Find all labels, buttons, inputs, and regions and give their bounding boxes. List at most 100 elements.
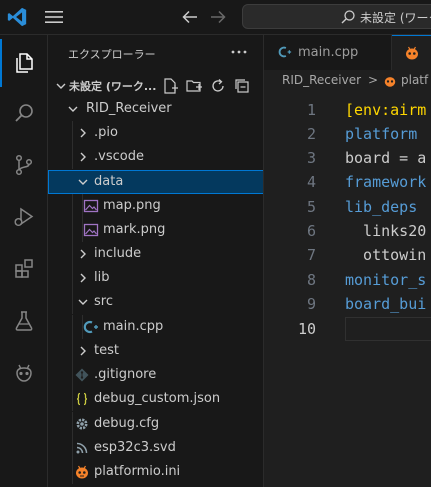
- tree-label: lib: [94, 270, 110, 285]
- tree-folder-src[interactable]: src: [48, 290, 263, 314]
- rss-file-icon: [76, 442, 88, 454]
- tree-file-platformio-ini[interactable]: platformio.ini: [48, 460, 263, 484]
- activity-search[interactable]: [0, 89, 48, 137]
- line-number: 8: [306, 271, 316, 289]
- tree-file-mark-png[interactable]: mark.png: [48, 218, 263, 242]
- line-number: 3: [306, 149, 316, 167]
- tree-label: main.cpp: [103, 319, 164, 334]
- activity-extensions[interactable]: [0, 245, 48, 293]
- code-text: [env:airm: [345, 101, 427, 119]
- arrow-right-icon[interactable]: [206, 5, 230, 29]
- breadcrumb: RID_Receiver > platf: [264, 70, 431, 92]
- chevron-right-icon: [80, 346, 86, 356]
- chevron-right-icon: [80, 249, 86, 259]
- code-text: links20: [345, 222, 427, 240]
- collapse-all-icon[interactable]: [233, 77, 251, 95]
- tree-folder-data[interactable]: data: [48, 170, 263, 194]
- workspace-header[interactable]: 未設定 (ワーク...: [48, 75, 263, 97]
- indent-guide: [72, 194, 73, 218]
- editor-tabs: main.cpp: [264, 35, 431, 70]
- code-line[interactable]: 7 ottowin: [264, 243, 431, 267]
- gear-file-icon: [76, 418, 88, 430]
- code-line[interactable]: 1 [env:airm: [264, 98, 431, 122]
- code-line[interactable]: 4 framework: [264, 170, 431, 194]
- platformio-file-icon: [406, 46, 418, 60]
- tree-folder-vscode[interactable]: .vscode: [48, 145, 263, 169]
- tree-label: mark.png: [103, 222, 166, 237]
- explorer-sidebar: エクスプローラー 未設定 (ワーク... RID_Receiver .pio .…: [48, 35, 264, 487]
- indent-guide: [72, 315, 73, 339]
- tree-label: test: [94, 343, 119, 358]
- code-line[interactable]: 10: [264, 317, 431, 341]
- code-line[interactable]: 8 monitor_s: [264, 268, 431, 292]
- workspace-label: 未設定 (ワーク...: [69, 80, 157, 93]
- code-line[interactable]: 3 board = a: [264, 146, 431, 170]
- indent-guide: [72, 218, 73, 242]
- tree-label: data: [94, 174, 124, 189]
- code-text: platform: [345, 125, 418, 143]
- tree-label: esp32c3.svd: [94, 440, 176, 455]
- activity-bar: [0, 35, 48, 487]
- activity-source-control[interactable]: [0, 141, 48, 189]
- line-number: 9: [306, 295, 316, 313]
- platformio-alien-icon: [16, 364, 32, 382]
- activity-run-debug[interactable]: [0, 193, 48, 241]
- tab-main-cpp[interactable]: main.cpp: [264, 35, 392, 70]
- more-actions-icon[interactable]: [228, 41, 250, 63]
- line-number: 1: [306, 101, 316, 119]
- tree-file-map-png[interactable]: map.png: [48, 194, 263, 218]
- line-number: 10: [297, 320, 316, 338]
- indent-guide: [72, 290, 73, 314]
- indent-guide: [72, 242, 73, 266]
- activity-explorer[interactable]: [0, 39, 48, 87]
- flask-icon: [15, 311, 33, 331]
- tree-label: debug_custom.json: [94, 391, 221, 406]
- tree-file-esp32c3-svd[interactable]: esp32c3.svd: [48, 436, 263, 460]
- tree-file-gitignore[interactable]: .gitignore: [48, 363, 263, 387]
- new-file-icon[interactable]: [161, 77, 179, 95]
- indent-guide: [72, 363, 73, 387]
- tree-file-debug-cfg[interactable]: debug.cfg: [48, 412, 263, 436]
- indent-guide: [72, 387, 73, 411]
- chevron-down-icon: [78, 179, 88, 185]
- indent-guide: [72, 339, 73, 363]
- tree-label: platformio.ini: [94, 464, 181, 479]
- source-control-icon: [15, 154, 33, 176]
- extensions-icon: [15, 259, 33, 278]
- title-bar: 未設定 (ワーク: [0, 0, 431, 35]
- code-line[interactable]: 9 board_bui: [264, 292, 431, 316]
- breadcrumb-folder[interactable]: RID_Receiver: [282, 73, 361, 87]
- tree-folder-test[interactable]: test: [48, 339, 263, 363]
- indent-guide: [72, 266, 73, 290]
- tree-file-debug-custom-json[interactable]: debug_custom.json: [48, 387, 263, 411]
- line-number: 2: [306, 125, 316, 143]
- platformio-file-icon: [384, 77, 396, 87]
- tree-folder-rid-receiver[interactable]: RID_Receiver: [48, 97, 263, 121]
- tab-label: main.cpp: [298, 45, 359, 60]
- new-folder-icon[interactable]: [185, 77, 203, 95]
- tree-folder-lib[interactable]: lib: [48, 266, 263, 290]
- json-file-icon: [76, 392, 88, 406]
- code-line[interactable]: 5 lib_deps: [264, 195, 431, 219]
- arrow-left-icon[interactable]: [178, 5, 202, 29]
- gitignore-file-icon: [75, 368, 89, 382]
- indent-guide: [72, 145, 73, 169]
- activity-platformio[interactable]: [0, 349, 48, 397]
- hamburger-menu-icon[interactable]: [42, 6, 66, 28]
- tree-folder-include[interactable]: include: [48, 242, 263, 266]
- indent-guide: [72, 436, 73, 460]
- search-icon: [15, 104, 33, 122]
- refresh-icon[interactable]: [209, 77, 227, 95]
- command-center-search[interactable]: 未設定 (ワーク: [242, 4, 431, 29]
- tab-platformio-ini[interactable]: [392, 35, 431, 70]
- breadcrumb-file[interactable]: platf: [401, 73, 428, 87]
- activity-testing[interactable]: [0, 297, 48, 345]
- chevron-right-icon: [80, 128, 86, 138]
- tree-file-main-cpp[interactable]: main.cpp: [48, 315, 263, 339]
- tree-label: map.png: [103, 198, 161, 213]
- code-line[interactable]: 2 platform: [264, 122, 431, 146]
- code-text: board = a: [345, 149, 427, 167]
- chevron-down-icon: [56, 83, 66, 89]
- code-line[interactable]: 6 links20: [264, 219, 431, 243]
- tree-folder-pio[interactable]: .pio: [48, 121, 263, 145]
